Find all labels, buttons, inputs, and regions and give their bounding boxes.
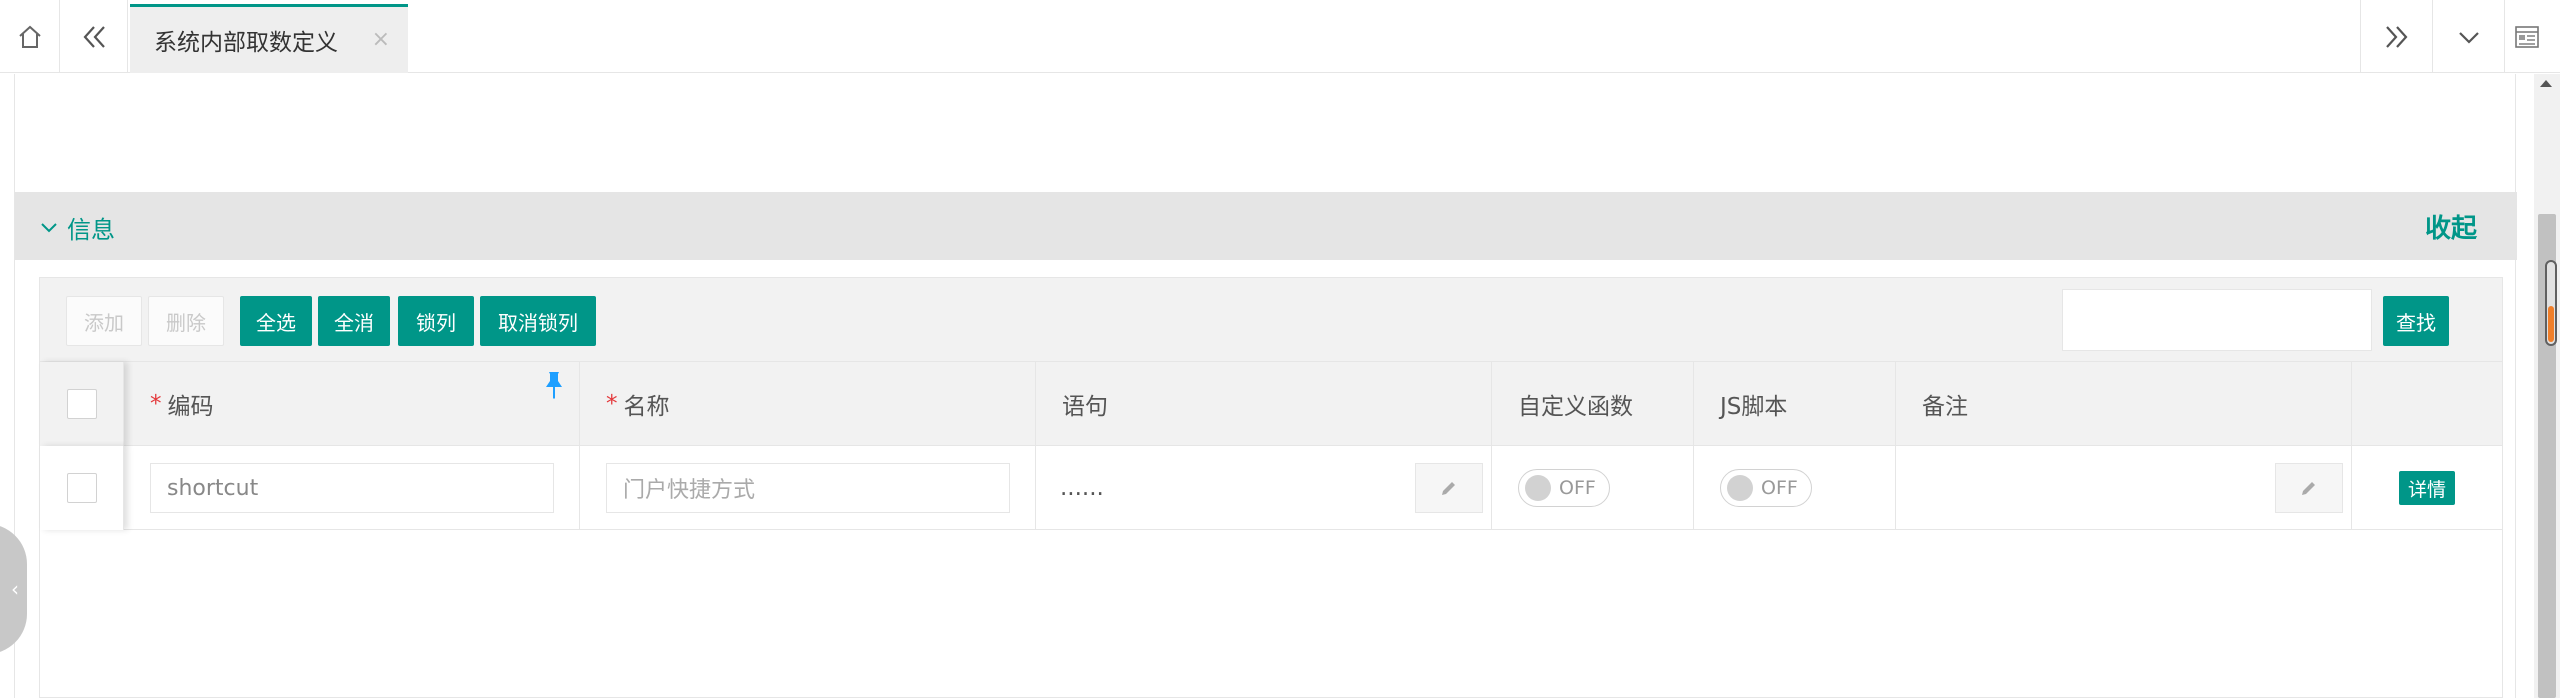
tab-system-data-definition[interactable]: 系统内部取数定义 × [130, 4, 408, 73]
custom-function-toggle[interactable]: OFF [1518, 469, 1610, 507]
vertical-scrollbar[interactable] [2534, 74, 2560, 698]
toggle-label: OFF [1761, 477, 1798, 499]
chevron-down-icon [2458, 31, 2479, 44]
row-checkbox-cell [40, 446, 124, 530]
detail-button[interactable]: 详情 [2399, 471, 2455, 505]
data-grid: 添加 删除 全选 全消 锁列 取消锁列 查找 * 编码 * 名称 语句 自定义函… [39, 277, 2503, 698]
required-mark: * [606, 391, 618, 417]
statement-value: ...... [1060, 475, 1104, 501]
chevron-down-icon [41, 222, 57, 232]
scroll-up-arrow-icon[interactable] [2540, 80, 2552, 87]
scroll-tabs-right-button[interactable] [2360, 0, 2432, 73]
header-name[interactable]: * 名称 [580, 362, 1036, 446]
section-title[interactable]: 信息 [39, 210, 115, 245]
close-icon[interactable]: × [372, 27, 390, 52]
toggle-knob [1727, 475, 1753, 501]
pencil-icon [1442, 482, 1455, 495]
toggle-label: OFF [1559, 477, 1596, 499]
cell-code: shortcut [124, 446, 580, 530]
tab-options-button[interactable] [2504, 0, 2548, 73]
cell-actions: 详情 [2352, 446, 2502, 530]
name-input[interactable]: 门户快捷方式 [606, 463, 1010, 513]
tab-label: 系统内部取数定义 [154, 30, 338, 56]
table-header: * 编码 * 名称 语句 自定义函数 JS脚本 备注 [40, 362, 2502, 446]
add-button[interactable]: 添加 [66, 296, 142, 346]
home-icon [18, 25, 41, 48]
double-chevron-left-icon [83, 25, 105, 48]
cell-js-script: OFF [1694, 446, 1896, 530]
search-input[interactable] [2062, 289, 2372, 351]
scroll-highlight-marker [2548, 306, 2554, 342]
pin-icon[interactable] [543, 370, 565, 400]
header-checkbox-cell [40, 362, 124, 446]
js-script-toggle[interactable]: OFF [1720, 469, 1812, 507]
remark-edit-button[interactable] [2275, 463, 2343, 513]
unlock-column-button[interactable]: 取消锁列 [480, 296, 596, 346]
header-code-label: 编码 [167, 394, 214, 420]
side-panel-toggle[interactable]: ‹ [0, 524, 27, 654]
cell-remark [1896, 446, 2352, 530]
lock-column-button[interactable]: 锁列 [398, 296, 474, 346]
header-name-label: 名称 [623, 394, 670, 420]
toggle-knob [1525, 475, 1551, 501]
delete-button[interactable]: 删除 [148, 296, 224, 346]
header-js-script[interactable]: JS脚本 [1694, 362, 1896, 446]
home-button[interactable] [0, 0, 60, 73]
page-content: 信息 收起 添加 删除 全选 全消 锁列 取消锁列 查找 * 编码 * 名称 语… [0, 74, 2517, 698]
statement-edit-button[interactable] [1415, 463, 1483, 513]
header-statement[interactable]: 语句 [1036, 362, 1492, 446]
section-title-label: 信息 [67, 216, 115, 244]
info-section-header[interactable]: 信息 收起 [15, 192, 2517, 260]
header-remark[interactable]: 备注 [1896, 362, 2352, 446]
select-all-checkbox[interactable] [66, 389, 97, 419]
header-code[interactable]: * 编码 [124, 362, 580, 446]
double-chevron-right-icon [2385, 25, 2407, 48]
collapse-link[interactable]: 收起 [2425, 208, 2477, 245]
row-checkbox[interactable] [66, 473, 97, 503]
header-custom-function[interactable]: 自定义函数 [1492, 362, 1694, 446]
chevron-left-icon: ‹ [11, 577, 19, 601]
cell-custom-function: OFF [1492, 446, 1694, 530]
pencil-icon [2302, 482, 2315, 495]
required-mark: * [150, 391, 162, 417]
tab-menu-dropdown-button[interactable] [2432, 0, 2504, 73]
table-row: shortcut 门户快捷方式 ...... OFF OFF 详情 [40, 446, 2502, 530]
cell-statement: ...... [1036, 446, 1492, 530]
header-actions [2352, 362, 2502, 446]
tab-bar: 系统内部取数定义 × [0, 0, 2560, 73]
grid-toolbar: 添加 删除 全选 全消 锁列 取消锁列 查找 [40, 278, 2502, 362]
search-button[interactable]: 查找 [2383, 296, 2449, 346]
window-list-icon [2514, 25, 2539, 48]
select-all-button[interactable]: 全选 [240, 296, 312, 346]
scroll-tabs-left-button[interactable] [60, 0, 128, 73]
cell-name: 门户快捷方式 [580, 446, 1036, 530]
deselect-all-button[interactable]: 全消 [318, 296, 390, 346]
code-input[interactable]: shortcut [150, 463, 554, 513]
